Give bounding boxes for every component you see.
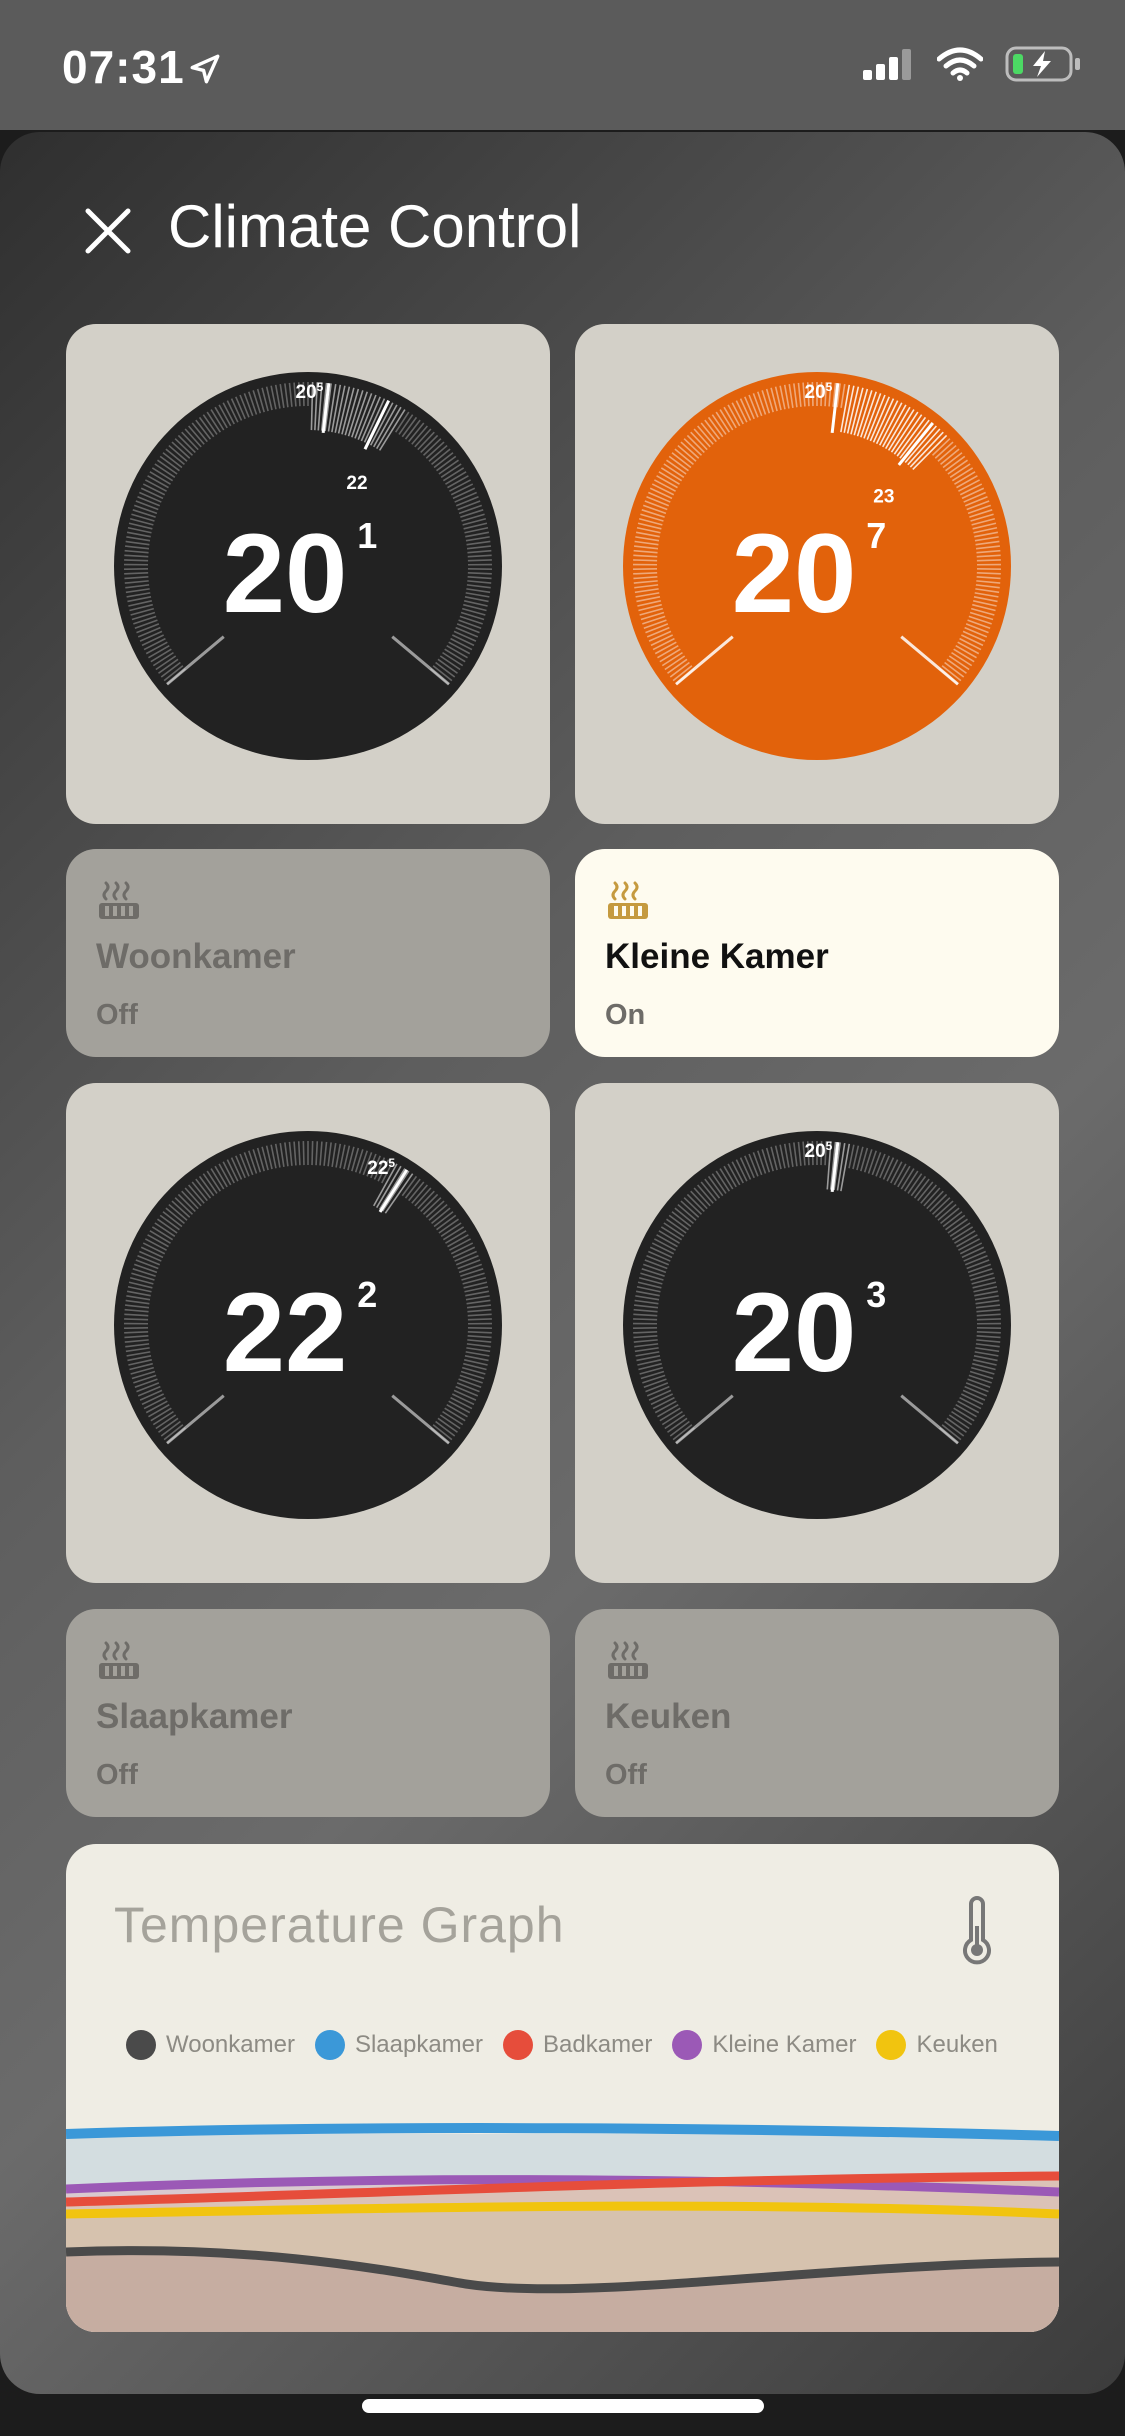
legend-dot [126, 2030, 156, 2060]
dial-setpoint-sup: 5 [388, 1156, 395, 1170]
heater-switch-woonkamer[interactable]: Woonkamer Off [66, 849, 550, 1057]
home-indicator[interactable] [362, 2399, 764, 2413]
dial-tick [124, 559, 149, 562]
heater-icon [608, 881, 648, 919]
switch-state: Off [605, 1759, 647, 1791]
legend-dot [503, 2030, 534, 2060]
heater-switch-kleine-kamer[interactable]: Kleine Kamer On [575, 849, 1059, 1057]
legend-label: Badkamer [543, 2031, 653, 2058]
dial-setpoint-sup: 5 [317, 380, 324, 394]
cellular-signal-icon [863, 49, 911, 80]
dial-tick [467, 559, 492, 562]
dial-tick [467, 1331, 492, 1334]
thermostat-dial[interactable]: 20520 3 [575, 1083, 1059, 1583]
thermostat-dial[interactable]: 2052220 1 [66, 324, 550, 824]
legend-item[interactable]: Woonkamer [126, 2030, 295, 2060]
thermometer-icon [963, 1896, 991, 1965]
legend-dot [314, 2030, 345, 2060]
dial-tick [302, 1141, 305, 1166]
dial-current-decimal: 7 [866, 515, 886, 556]
switch-state: On [605, 999, 646, 1031]
heater-icon [99, 1641, 139, 1679]
dial-tick [633, 559, 658, 562]
dial-tick [976, 572, 1001, 575]
dial-tick [976, 1318, 1001, 1321]
legend-item[interactable]: Keuken [876, 2030, 998, 2060]
status-time: 07:31 [62, 41, 185, 93]
dial-current-decimal: 2 [357, 1274, 377, 1315]
legend-item[interactable]: Kleine Kamer [672, 2030, 856, 2060]
dial-tick [124, 572, 149, 575]
legend-dot [876, 2030, 907, 2060]
dial-tick [976, 1331, 1001, 1334]
page-title: Climate Control [168, 193, 582, 260]
thermostat-card-slaapkamer[interactable]: 225 22 2 [66, 1083, 550, 1583]
heater-icon [99, 881, 139, 919]
dial-current-decimal: 3 [866, 1274, 886, 1315]
dial-tick [633, 1318, 658, 1321]
dial-setpoint-sup: 5 [826, 380, 833, 394]
dial-tick [124, 1318, 149, 1321]
graph-title: Temperature Graph [114, 1897, 565, 1953]
legend-label: Woonkamer [166, 2031, 295, 2058]
thermostat-card-woonkamer[interactable]: 205 22 20 1 [66, 324, 550, 824]
heater-icon [608, 1641, 648, 1679]
switch-name: Woonkamer [96, 937, 296, 976]
switch-name: Keuken [605, 1697, 732, 1736]
switch-name: Kleine Kamer [605, 937, 829, 976]
thermostat-dial[interactable]: 2052320 7 [575, 324, 1059, 824]
dial-current-decimal: 1 [357, 515, 377, 556]
dial-tick [467, 1318, 492, 1321]
dial-tick [633, 1331, 658, 1334]
legend-item[interactable]: Slaapkamer [314, 2030, 484, 2060]
dial-setpoint-sup: 5 [826, 1139, 833, 1153]
temperature-graph-card[interactable]: Temperature Graph Woonkamer Slaapkamer B… [66, 1844, 1059, 2332]
battery-charging-icon [1005, 46, 1080, 82]
legend-label: Kleine Kamer [712, 2031, 857, 2058]
close-icon[interactable] [82, 205, 134, 257]
dial-tick [633, 572, 658, 575]
legend-item[interactable]: Badkamer [503, 2030, 652, 2060]
thermostat-dial[interactable]: 22522 2 [66, 1083, 550, 1583]
status-icons [863, 46, 1081, 82]
dial-target-label: 22 [346, 473, 367, 494]
graph-legend: Woonkamer Slaapkamer Badkamer Kleine Kam… [126, 2030, 998, 2060]
dial-tick [311, 1141, 314, 1166]
switch-state: Off [96, 999, 138, 1031]
heater-switch-keuken[interactable]: Keuken Off [575, 1609, 1059, 1817]
dial-tick [467, 572, 492, 575]
legend-dot [672, 2030, 703, 2060]
switch-state: Off [96, 1759, 138, 1791]
legend-label: Keuken [916, 2031, 998, 2058]
status-bar: 07:31 [0, 0, 1125, 130]
dial-target-label: 23 [873, 486, 894, 507]
switch-name: Slaapkamer [96, 1697, 293, 1736]
dial-tick [124, 1331, 149, 1334]
thermostat-card-kleine-kamer[interactable]: 205 23 20 7 [575, 324, 1059, 824]
location-arrow-icon [190, 54, 220, 84]
thermostat-card-keuken[interactable]: 205 20 3 [575, 1083, 1059, 1583]
wifi-icon [937, 47, 983, 81]
temperature-graph-plot [66, 2123, 1059, 2332]
legend-label: Slaapkamer [354, 2031, 484, 2058]
dial-tick [976, 559, 1001, 562]
heater-switch-slaapkamer[interactable]: Slaapkamer Off [66, 1609, 550, 1817]
